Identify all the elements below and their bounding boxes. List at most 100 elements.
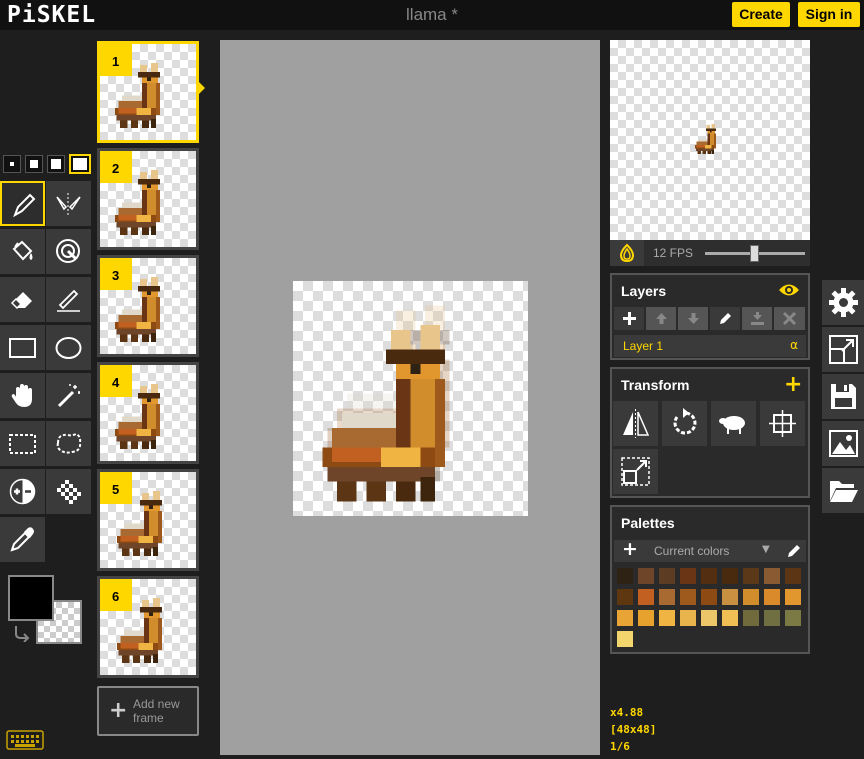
onion-skin-button[interactable] bbox=[610, 240, 644, 266]
layer-item[interactable]: Layer 1 α bbox=[614, 335, 806, 357]
dither-icon bbox=[57, 480, 81, 504]
close-icon bbox=[782, 311, 797, 326]
pen-size-1[interactable] bbox=[3, 155, 21, 173]
palette-select[interactable]: Current colors bbox=[654, 544, 729, 558]
delete-layer-button[interactable] bbox=[774, 307, 806, 330]
chevron-down-icon[interactable]: ▼ bbox=[762, 544, 770, 555]
vertical-mirror-pen-tool[interactable] bbox=[46, 181, 91, 226]
rotate-button[interactable] bbox=[662, 401, 707, 446]
crop-button[interactable] bbox=[613, 449, 658, 494]
palette-swatch[interactable] bbox=[659, 610, 675, 626]
keyboard-shortcuts-icon[interactable] bbox=[6, 730, 44, 750]
palette-swatch[interactable] bbox=[743, 610, 759, 626]
animation-preview[interactable] bbox=[610, 40, 810, 240]
merge-icon bbox=[751, 312, 764, 325]
edit-palette-icon[interactable] bbox=[786, 543, 802, 559]
frame-4[interactable]: 4 bbox=[97, 362, 199, 464]
rectangle-tool[interactable] bbox=[0, 325, 45, 370]
open-button[interactable] bbox=[822, 468, 864, 513]
layer-opacity-button[interactable]: α bbox=[790, 338, 798, 352]
palette-swatch[interactable] bbox=[722, 610, 738, 626]
rect-select-icon bbox=[9, 434, 36, 454]
add-palette-button[interactable]: + bbox=[622, 538, 638, 560]
frame-5[interactable]: 5 bbox=[97, 469, 199, 571]
palette-swatch[interactable] bbox=[638, 568, 654, 584]
dithering-tool[interactable] bbox=[46, 469, 91, 514]
shape-selection-tool[interactable] bbox=[46, 373, 91, 418]
frame-3[interactable]: 3 bbox=[97, 255, 199, 357]
palette-swatch[interactable] bbox=[722, 568, 738, 584]
add-new-frame-button[interactable]: + Add new frame bbox=[97, 686, 199, 736]
circle-tool[interactable] bbox=[46, 325, 91, 370]
palette-swatch[interactable] bbox=[785, 568, 801, 584]
palette-swatch[interactable] bbox=[764, 589, 780, 605]
paint-bucket-icon bbox=[12, 240, 33, 261]
transform-panel: Transform + bbox=[610, 367, 810, 498]
palette-swatch[interactable] bbox=[638, 610, 654, 626]
resize-button[interactable] bbox=[822, 327, 864, 372]
paint-same-pixels-tool[interactable] bbox=[46, 229, 91, 274]
move-layer-down-button[interactable] bbox=[678, 307, 709, 330]
merge-layer-button[interactable] bbox=[742, 307, 773, 330]
pen-size-4[interactable] bbox=[69, 154, 91, 174]
palette-swatch[interactable] bbox=[659, 589, 675, 605]
llama-sprite bbox=[322, 305, 450, 502]
fps-slider-thumb[interactable] bbox=[750, 245, 759, 262]
frame-6[interactable]: 6 bbox=[97, 576, 199, 678]
sign-in-button[interactable]: Sign in bbox=[798, 2, 860, 27]
eye-icon[interactable] bbox=[778, 282, 800, 298]
create-button[interactable]: Create bbox=[732, 2, 790, 27]
palette-swatch[interactable] bbox=[743, 568, 759, 584]
palette-swatch[interactable] bbox=[722, 589, 738, 605]
palette-swatch[interactable] bbox=[680, 589, 696, 605]
piskel-app: PiSKEL llama * Create Sign in 1 2 3 4 5 … bbox=[0, 0, 864, 759]
palette-swatch[interactable] bbox=[785, 589, 801, 605]
swap-colors-icon[interactable] bbox=[12, 624, 30, 642]
palette-swatch[interactable] bbox=[785, 610, 801, 626]
flip-button[interactable] bbox=[613, 401, 658, 446]
lasso-selection-tool[interactable] bbox=[46, 421, 91, 466]
settings-button[interactable] bbox=[822, 280, 864, 325]
pen-size-2[interactable] bbox=[25, 155, 43, 173]
palette-swatch[interactable] bbox=[701, 589, 717, 605]
move-tool[interactable] bbox=[0, 373, 45, 418]
edit-layer-button[interactable] bbox=[710, 307, 741, 330]
palette-swatch[interactable] bbox=[680, 610, 696, 626]
palette-swatch[interactable] bbox=[680, 568, 696, 584]
palette-swatch[interactable] bbox=[617, 568, 633, 584]
gear-icon bbox=[829, 288, 858, 317]
eraser-tool[interactable] bbox=[0, 277, 45, 322]
palette-swatch[interactable] bbox=[659, 568, 675, 584]
move-layer-up-button[interactable] bbox=[646, 307, 677, 330]
center-button[interactable] bbox=[760, 401, 805, 446]
palette-swatch[interactable] bbox=[617, 631, 633, 647]
pen-tool[interactable] bbox=[0, 181, 45, 226]
add-layer-button[interactable] bbox=[614, 307, 645, 330]
palette-swatch[interactable] bbox=[764, 610, 780, 626]
palette-swatch[interactable] bbox=[617, 589, 633, 605]
palette-swatch[interactable] bbox=[743, 589, 759, 605]
export-button[interactable] bbox=[822, 421, 864, 466]
frame-1[interactable]: 1 bbox=[97, 41, 199, 143]
rotate-icon bbox=[673, 408, 697, 435]
clone-button[interactable] bbox=[711, 401, 756, 446]
stroke-tool[interactable] bbox=[46, 277, 91, 322]
pen-size-3[interactable] bbox=[47, 155, 65, 173]
palette-swatch[interactable] bbox=[638, 589, 654, 605]
color-picker-tool[interactable] bbox=[0, 517, 45, 562]
frame-2[interactable]: 2 bbox=[97, 148, 199, 250]
save-button[interactable] bbox=[822, 374, 864, 419]
sheep-icon bbox=[719, 416, 745, 434]
paint-bucket-tool[interactable] bbox=[0, 229, 45, 274]
crop-icon bbox=[621, 457, 650, 486]
palette-swatch[interactable] bbox=[701, 610, 717, 626]
frame-counter: 1/6 bbox=[610, 740, 630, 753]
palette-swatch[interactable] bbox=[764, 568, 780, 584]
rectangle-selection-tool[interactable] bbox=[0, 421, 45, 466]
palette-swatch[interactable] bbox=[701, 568, 717, 584]
palette-swatch[interactable] bbox=[617, 610, 633, 626]
drawing-canvas[interactable] bbox=[293, 281, 528, 516]
lighten-tool[interactable] bbox=[0, 469, 45, 514]
transform-expand-icon[interactable]: + bbox=[784, 372, 802, 397]
primary-color[interactable] bbox=[8, 575, 54, 621]
